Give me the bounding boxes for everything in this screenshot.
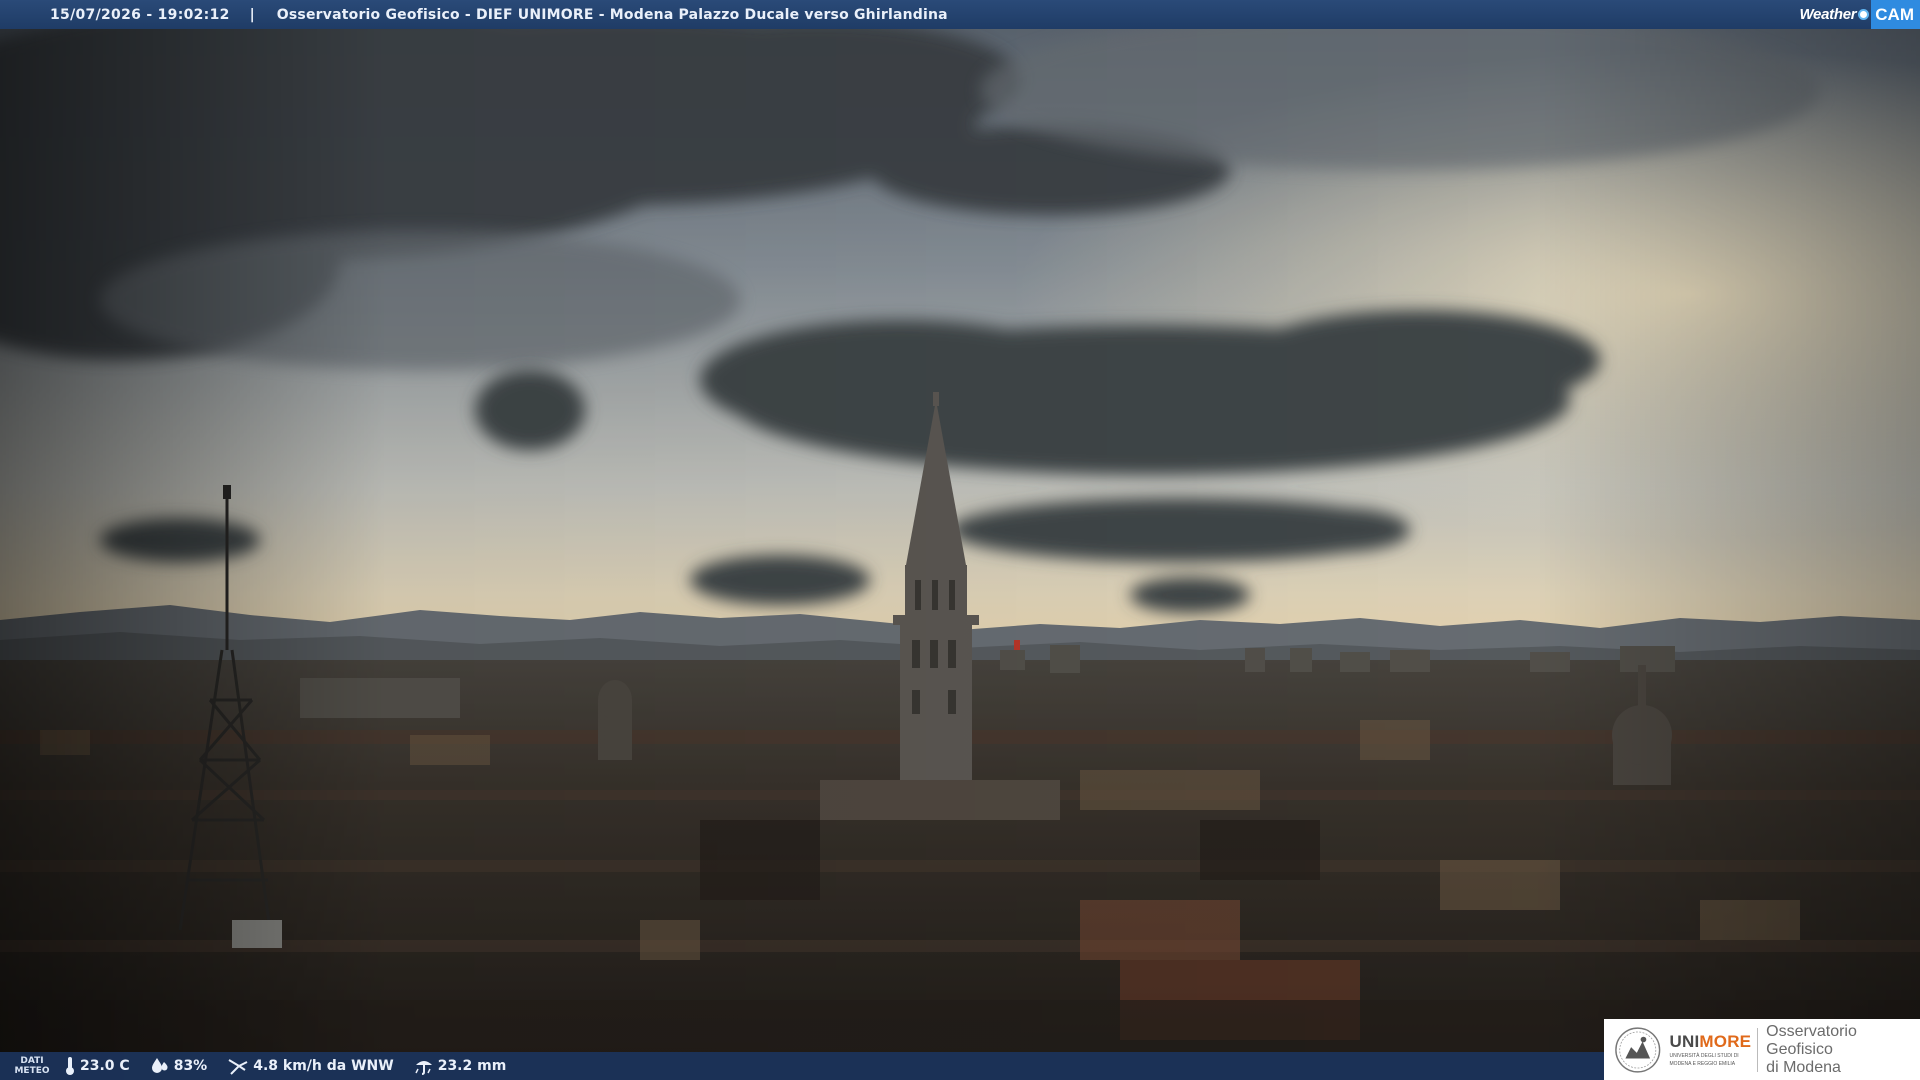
wind-reading: 4.8 km/h da WNW bbox=[227, 1056, 394, 1076]
header-bar: 15/07/2026 - 19:02:12 | Osservatorio Geo… bbox=[0, 0, 1920, 29]
rain-reading: 23.2 mm bbox=[414, 1057, 507, 1075]
thermometer-icon bbox=[64, 1056, 76, 1076]
unimore-name-uni: UNI bbox=[1669, 1031, 1700, 1051]
weather-data-bar: DATI METEO 23.0 C 83% 4.8 km/h da WNW 23… bbox=[0, 1052, 1604, 1080]
rain-gauge-icon bbox=[414, 1057, 434, 1075]
temperature-reading: 23.0 C bbox=[64, 1056, 130, 1076]
unimore-subtitle-line1: UNIVERSITÀ DEGLI STUDI DI bbox=[1669, 1052, 1739, 1059]
wind-icon bbox=[227, 1056, 249, 1076]
webcam-frame: 15/07/2026 - 19:02:12 | Osservatorio Geo… bbox=[0, 0, 1920, 1080]
unimore-wordmark: UNIMORE UNIVERSITÀ DEGLI STUDI DI MODENA… bbox=[1669, 1031, 1752, 1067]
observatory-name-line2: di Modena bbox=[1766, 1058, 1841, 1076]
timestamp: 15/07/2026 - 19:02:12 bbox=[50, 6, 230, 23]
unimore-name-more: MORE bbox=[1699, 1031, 1752, 1051]
weathercam-logo: Weather CAM bbox=[1799, 0, 1920, 29]
unimore-subtitle-line2: MODENA E REGGIO EMILIA bbox=[1669, 1060, 1736, 1067]
station-title: Osservatorio Geofisico - DIEF UNIMORE - … bbox=[276, 6, 948, 23]
humidity-value: 83% bbox=[173, 1058, 208, 1074]
rain-value: 23.2 mm bbox=[437, 1058, 507, 1074]
observatory-name-line1: Osservatorio Geofisico bbox=[1766, 1022, 1857, 1058]
weathercam-logo-cam: CAM bbox=[1871, 0, 1920, 29]
humidity-reading: 83% bbox=[150, 1057, 208, 1075]
weathercam-dot-icon bbox=[1858, 9, 1870, 20]
weather-data-label-line2: METEO bbox=[14, 1066, 50, 1076]
humidity-drop-icon bbox=[150, 1057, 170, 1075]
webcam-image bbox=[0, 0, 1920, 1080]
unimore-logo-box: UNIMORE UNIVERSITÀ DEGLI STUDI DI MODENA… bbox=[1604, 1019, 1920, 1080]
logo-divider bbox=[1757, 1027, 1759, 1072]
observatory-name: Osservatorio Geofisico di Modena bbox=[1766, 1023, 1920, 1077]
weathercam-logo-weather: Weather bbox=[1799, 6, 1857, 23]
weather-data-label: DATI METEO bbox=[0, 1056, 64, 1076]
unimore-seal-icon bbox=[1615, 1026, 1661, 1073]
temperature-value: 23.0 C bbox=[80, 1058, 130, 1074]
weather-data-label-line1: DATI bbox=[20, 1056, 44, 1066]
wind-value: 4.8 km/h da WNW bbox=[253, 1058, 394, 1074]
header-separator: | bbox=[249, 6, 255, 23]
